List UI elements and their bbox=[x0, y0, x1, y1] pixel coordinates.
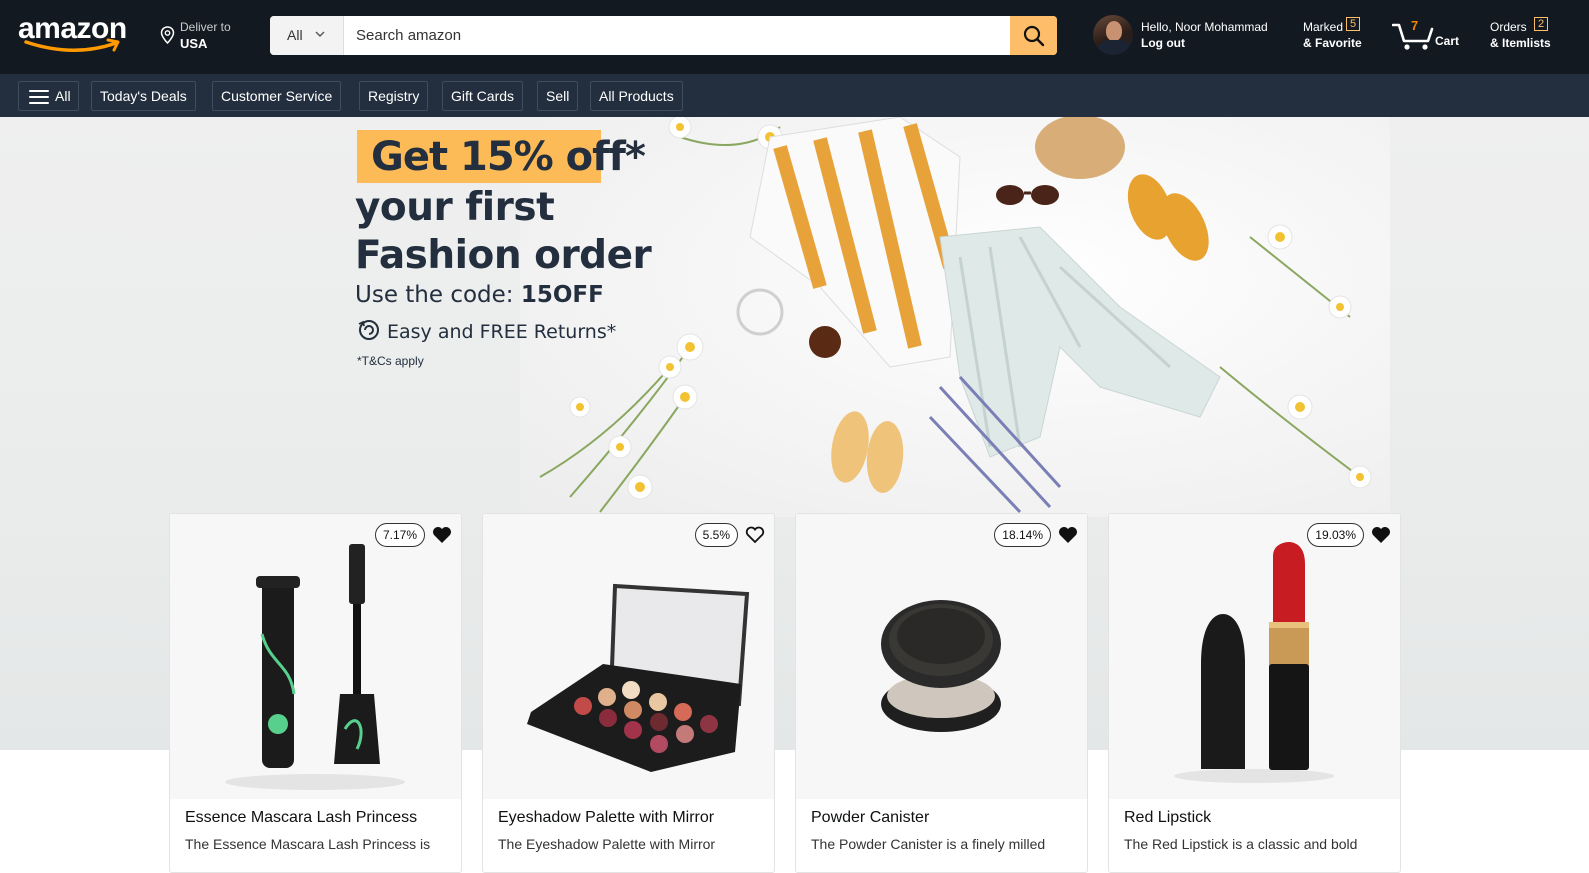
user-greeting: Hello, Noor Mohammad bbox=[1141, 20, 1268, 34]
search-input[interactable] bbox=[344, 16, 1010, 55]
itemlists-label: & Itemlists bbox=[1490, 36, 1551, 50]
product-card[interactable]: 7.17% Essence Mascara Lash Princess The … bbox=[169, 513, 462, 873]
orders-count-badge: 2 bbox=[1534, 17, 1548, 31]
product-title[interactable]: Powder Canister bbox=[811, 809, 929, 827]
search-bar: All bbox=[270, 16, 1057, 55]
nav-todays-deals[interactable]: Today's Deals bbox=[91, 81, 196, 111]
top-header: amazon Deliver to USA All Search amazon … bbox=[0, 0, 1589, 74]
discount-badge: 19.03% bbox=[1307, 523, 1364, 547]
search-icon bbox=[1023, 25, 1044, 46]
heart-icon[interactable] bbox=[1058, 526, 1078, 544]
product-description: The Red Lipstick is a classic and bold bbox=[1124, 836, 1358, 852]
marked-label: Marked bbox=[1303, 20, 1344, 34]
product-description: The Eyeshadow Palette with Mirror bbox=[498, 836, 716, 852]
product-image[interactable] bbox=[1109, 514, 1400, 799]
returns-icon bbox=[358, 320, 379, 340]
cart-count: 7 bbox=[1411, 18, 1419, 33]
discount-badge: 7.17% bbox=[374, 523, 425, 547]
chevron-down-icon bbox=[315, 31, 325, 37]
marked-count-badge: 5 bbox=[1346, 17, 1360, 31]
cart-label: Cart bbox=[1435, 34, 1460, 48]
promo-code-value: 15OFF bbox=[520, 282, 604, 308]
terms-note: *T&Cs apply bbox=[357, 354, 424, 368]
product-image[interactable] bbox=[483, 514, 774, 799]
nav-all-menu[interactable]: All bbox=[18, 81, 79, 111]
promo-line-2: Fashion order bbox=[355, 233, 652, 278]
product-card[interactable]: 19.03% Red Lipstick The Red Lipstick is … bbox=[1108, 513, 1401, 873]
discount-badge: 18.14% bbox=[994, 523, 1051, 547]
product-card[interactable]: 5.5% Eyeshadow Palette with Mirror The E… bbox=[482, 513, 775, 873]
product-card[interactable]: 18.14% Powder Canister The Powder Canist… bbox=[795, 513, 1088, 873]
product-title[interactable]: Red Lipstick bbox=[1124, 809, 1211, 827]
search-category-select[interactable]: All bbox=[270, 16, 344, 55]
nav-all-products[interactable]: All Products bbox=[590, 81, 683, 111]
promo-code-prefix: Use the code: bbox=[355, 282, 521, 308]
promo-highlight: Get 15% off* bbox=[357, 130, 646, 183]
heart-icon[interactable] bbox=[1371, 526, 1391, 544]
returns-text: Easy and FREE Returns* bbox=[387, 321, 617, 343]
product-image[interactable] bbox=[796, 514, 1087, 799]
location-pin-icon bbox=[160, 26, 175, 44]
heart-outline-icon[interactable] bbox=[745, 526, 765, 544]
deliver-label: Deliver to bbox=[180, 20, 231, 34]
product-title[interactable]: Eyeshadow Palette with Mirror bbox=[498, 809, 714, 827]
orders-label: Orders bbox=[1490, 20, 1527, 34]
nav-customer-service[interactable]: Customer Service bbox=[212, 81, 342, 111]
amazon-logo[interactable]: amazon bbox=[18, 12, 132, 54]
logo-smile-icon bbox=[24, 38, 120, 52]
search-category-label: All bbox=[287, 27, 303, 43]
favorite-label: & Favorite bbox=[1303, 36, 1362, 50]
logout-link[interactable]: Log out bbox=[1141, 36, 1185, 50]
fashion-flatlay-image bbox=[520, 117, 1390, 517]
heart-icon[interactable] bbox=[432, 526, 452, 544]
nav-all-label: All bbox=[55, 88, 71, 104]
returns-info: Easy and FREE Returns* bbox=[357, 318, 616, 343]
nav-bar: All Today's Deals Customer Service Regis… bbox=[0, 74, 1589, 117]
promo-line-1: your first bbox=[355, 185, 555, 230]
nav-registry[interactable]: Registry bbox=[359, 81, 429, 111]
hamburger-menu-icon bbox=[29, 90, 49, 104]
product-title[interactable]: Essence Mascara Lash Princess bbox=[185, 809, 417, 827]
avatar[interactable] bbox=[1093, 15, 1133, 55]
search-button[interactable] bbox=[1010, 16, 1057, 55]
nav-sell[interactable]: Sell bbox=[537, 81, 579, 111]
discount-badge: 5.5% bbox=[694, 523, 738, 547]
promo-highlight-text: Get 15% off* bbox=[371, 134, 646, 180]
product-description: The Powder Canister is a finely milled bbox=[811, 836, 1046, 852]
cart-button[interactable]: 7 Cart bbox=[1392, 17, 1462, 53]
product-description: The Essence Mascara Lash Princess is bbox=[185, 836, 431, 852]
nav-gift-cards[interactable]: Gift Cards bbox=[442, 81, 524, 111]
promo-code: Use the code: 15OFF bbox=[355, 282, 604, 308]
deliver-location: USA bbox=[180, 36, 208, 51]
product-image[interactable] bbox=[170, 514, 461, 799]
